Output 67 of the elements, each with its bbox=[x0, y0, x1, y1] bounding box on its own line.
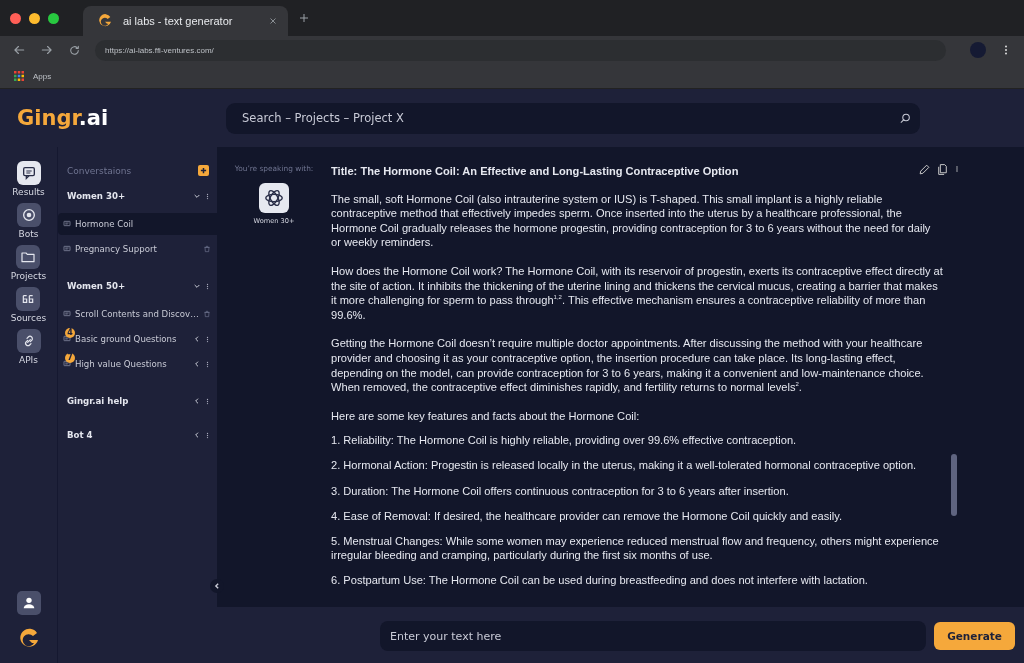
chat-icon bbox=[63, 335, 71, 343]
conversation-item[interactable]: Scroll Contents and Discov… bbox=[58, 303, 217, 325]
group-header[interactable]: Women 30+ bbox=[58, 188, 217, 204]
list-item: 2. Hormonal Action: Progestin is released locally in the uterus, making it a well-tolerated hormonal contraceptive option. bbox=[331, 458, 918, 473]
group-header[interactable]: Women 50+ bbox=[58, 278, 217, 294]
chat-icon bbox=[63, 310, 71, 318]
list-item: 1. Reliability: The Hormone Coil is highly reliable, providing over 99.6% effective contraception. bbox=[331, 433, 798, 448]
count-badge: 7 bbox=[65, 353, 75, 363]
copy-icon[interactable] bbox=[936, 162, 949, 176]
count-badge: 4 bbox=[65, 328, 75, 338]
chat-icon bbox=[63, 220, 71, 228]
paragraph: How does the Hormone Coil work? The Hormone Coil, with its reservoir of progestin, exerts its contraceptive effect directly at the site of action. It inhibits the thickening of the uterine lining and thickens the cervical mucus, creating a barrier that makes it more challenging for sperm to pass through$^{1,2}$. This effective mechanism ensures a contraceptive reliability of more than 99.6%. bbox=[331, 263, 943, 323]
chevron-down-icon[interactable] bbox=[193, 282, 201, 290]
g-logo-icon bbox=[97, 13, 113, 29]
add-conversation-button[interactable] bbox=[198, 165, 209, 176]
nav-item[interactable]: Projects bbox=[10, 245, 47, 281]
trash-icon[interactable] bbox=[203, 310, 211, 318]
chevron-left-icon[interactable] bbox=[193, 431, 201, 439]
pencil-icon[interactable] bbox=[918, 162, 931, 176]
nav-item[interactable]: Results bbox=[12, 161, 45, 197]
generate-button[interactable]: Generate bbox=[934, 622, 1015, 650]
browser-tab[interactable]: ai labs - text generator bbox=[83, 6, 288, 36]
back-arrow-icon[interactable] bbox=[12, 43, 26, 57]
section-title: Converstaions bbox=[67, 165, 132, 176]
new-tab-icon[interactable] bbox=[298, 12, 310, 24]
chat-icon bbox=[63, 360, 71, 368]
list-item: 4. Ease of Removal: If desired, the healthcare provider can remove the Hormone Coil quickly and easily. bbox=[331, 508, 843, 524]
list-item: 5. Menstrual Changes: While some women may experience reduced menstrual flow and frequency, others might experience irregular bleeding and cramping, particularly during the first six months of use. bbox=[331, 533, 940, 563]
maximize-window-button[interactable] bbox=[48, 12, 59, 24]
forward-arrow-icon[interactable] bbox=[40, 43, 54, 57]
user-account-button[interactable] bbox=[16, 591, 41, 615]
list-item: 3. Duration: The Hormone Coil offers continuous contraception for 3 to 6 years after insertion. bbox=[331, 483, 790, 499]
close-window-button[interactable] bbox=[10, 12, 21, 24]
list-intro: Here are some key features and facts about the Hormone Coil: bbox=[331, 408, 641, 424]
reload-icon[interactable] bbox=[68, 43, 81, 57]
tab-title: ai labs - text generator bbox=[123, 15, 234, 27]
paragraph: Getting the Hormone Coil doesn’t require multiple doctor appointments. After discussing the method with your healthcare provider and choosing it as your contraceptive option, the insertion procedure can take place. Its long-lasting effect, depending on the model, can provide contraception for 3 to 6 years, making it a convenient and low-maintenance choice. When removed, the contraceptive effect diminishes rapidly, and fertility returns to normal levels$^{2}$. bbox=[331, 336, 925, 395]
close-tab-icon[interactable] bbox=[268, 16, 278, 26]
chevron-left-icon[interactable] bbox=[193, 397, 201, 405]
bot-avatar[interactable] bbox=[259, 183, 289, 213]
chevron-left-icon[interactable] bbox=[193, 335, 201, 343]
plus-icon bbox=[199, 166, 208, 175]
search-field[interactable]: Search – Projects – Project X bbox=[226, 102, 920, 134]
conversation-item[interactable]: 7 High value Questions bbox=[58, 353, 217, 375]
nav-item[interactable]: Bots bbox=[16, 203, 41, 239]
apps-grid-icon[interactable] bbox=[13, 70, 25, 82]
group-header[interactable]: Bot 4 bbox=[58, 427, 217, 443]
chat-icon bbox=[63, 245, 71, 253]
chevron-left-icon[interactable] bbox=[193, 360, 201, 368]
paragraph: The small, soft Hormone Coil (also intrauterine system or IUS) is T-shaped. This small implant is a highly reliable contraceptive method that effectively impedes sperm. Once inserted into the uterus by a healthcare professional, the Hormone Coil gradually releases the hormone progestin, providing contraception for 3 to 6 years without the need for daily or weekly reminders. bbox=[331, 191, 932, 250]
conversation-item[interactable]: Hormone Coil bbox=[58, 213, 217, 235]
scrollbar-thumb[interactable] bbox=[951, 454, 957, 516]
search-icon[interactable] bbox=[899, 111, 912, 125]
article-title: Title: The Hormone Coil: An Effective and Long-Lasting Contraceptive Option bbox=[331, 164, 739, 179]
chevron-down-icon[interactable] bbox=[193, 192, 201, 200]
nav-item[interactable]: APIs bbox=[16, 329, 41, 365]
minimize-window-button[interactable] bbox=[29, 12, 40, 24]
prompt-input[interactable]: Enter your text here bbox=[380, 621, 926, 651]
trash-icon[interactable] bbox=[203, 245, 211, 253]
app-logo: Gingr.ai bbox=[17, 106, 110, 130]
list-item: 6. Postpartum Use: The Hormone Coil can be used during breastfeeding and does not interfere with lactation. bbox=[331, 573, 869, 588]
bookmark-link[interactable]: Apps bbox=[33, 71, 52, 81]
group-header[interactable]: Gingr.ai help bbox=[58, 393, 217, 409]
nav-item[interactable]: Sources bbox=[10, 287, 47, 323]
conversation-item[interactable]: 4 Basic ground Questions bbox=[58, 328, 217, 350]
address-bar[interactable]: https://ai-labs.ffi-ventures.com/ bbox=[95, 39, 946, 61]
conversation-item[interactable]: Pregnancy Support bbox=[58, 238, 217, 260]
